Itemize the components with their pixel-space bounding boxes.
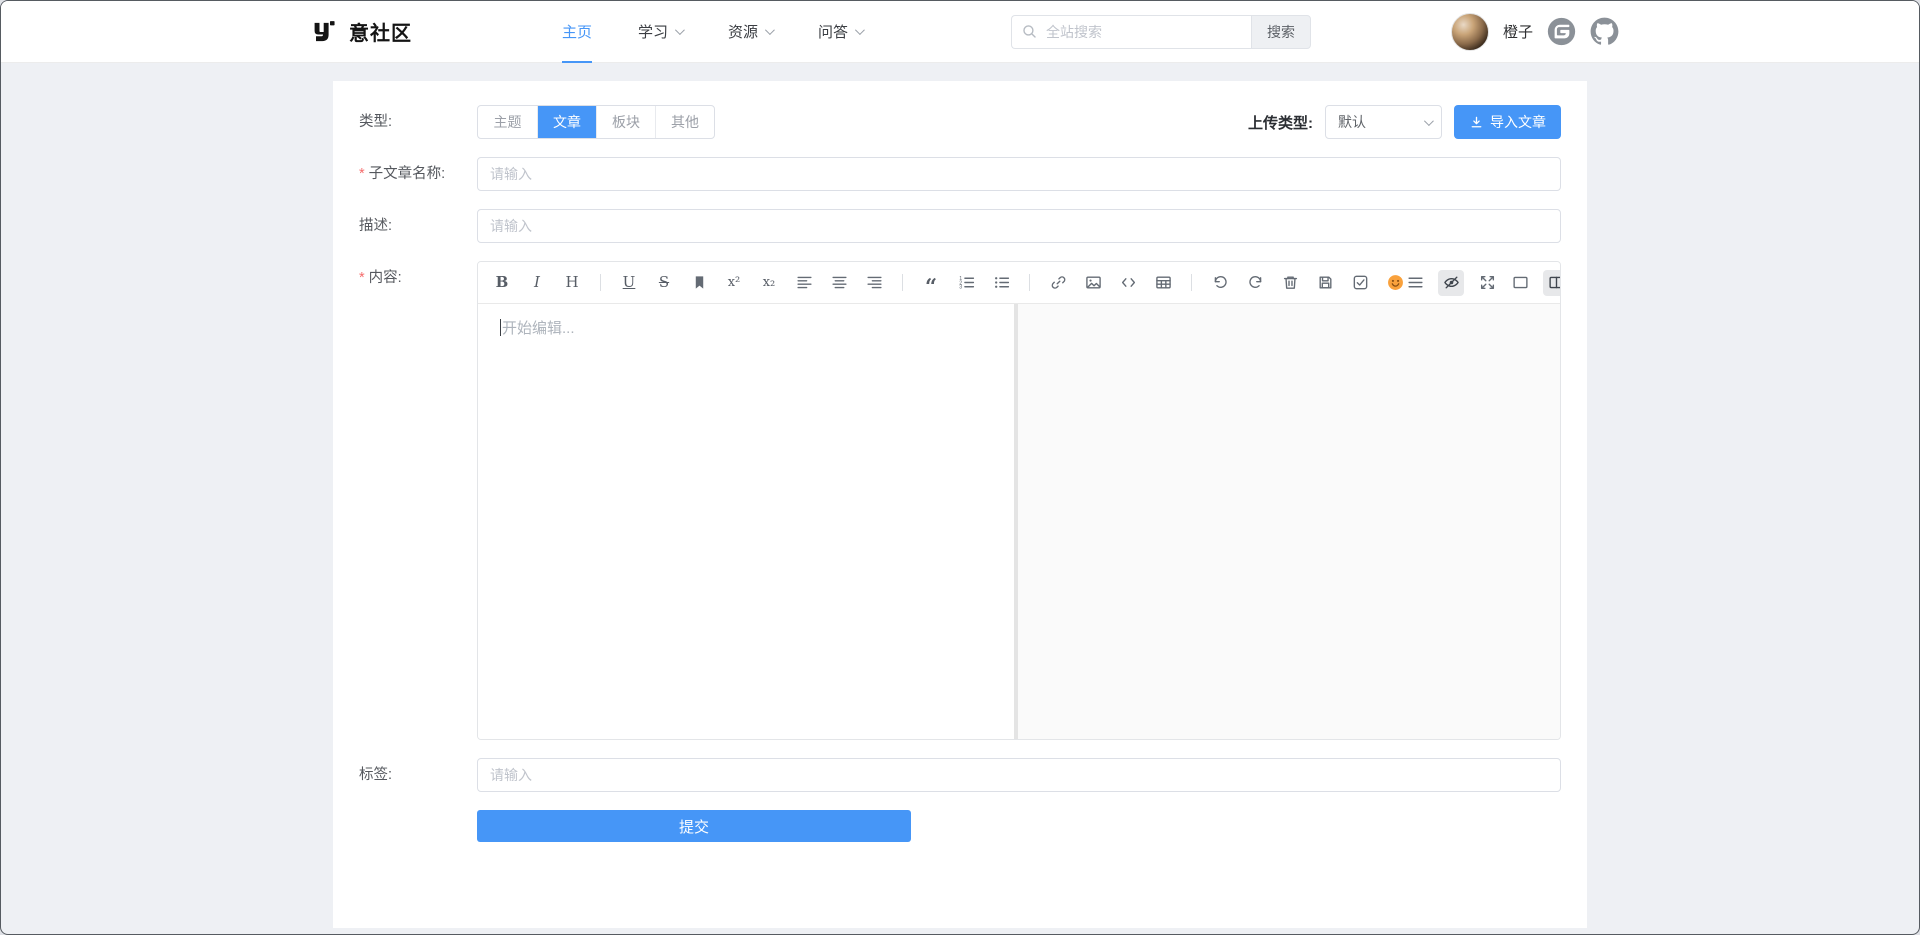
download-icon <box>1469 115 1484 130</box>
task-list-icon[interactable] <box>1350 273 1370 293</box>
page: 意社区 主页 学习 资源 问答 搜索 橙子 <box>0 0 1920 935</box>
nav-menu: 主页 学习 资源 问答 <box>562 1 862 63</box>
site-search: 搜索 <box>1011 15 1311 49</box>
type-option[interactable]: 其他 <box>655 106 714 138</box>
upload-type-label: 上传类型: <box>1248 112 1313 133</box>
editor-input-pane[interactable]: 开始编辑... <box>478 304 1018 739</box>
chevron-down-icon <box>765 25 775 35</box>
ordered-list-icon[interactable]: 123 <box>956 273 976 293</box>
toolbar-divider <box>600 274 601 291</box>
nav-item-label: 学习 <box>638 21 668 42</box>
toolbar-divider <box>902 274 903 291</box>
nav-item-label: 资源 <box>728 21 758 42</box>
type-option[interactable]: 文章 <box>537 106 596 138</box>
upload-type-selected-value: 默认 <box>1338 112 1366 132</box>
search-icon <box>1021 23 1038 40</box>
align-center-icon[interactable] <box>829 273 849 293</box>
description-row: 描述: <box>359 209 1561 243</box>
markdown-editor: BIH USx² x₂ “ 123 ? 开始编辑... <box>477 261 1561 740</box>
toolbar-divider <box>1191 274 1192 291</box>
nav-item-2[interactable]: 资源 <box>728 1 772 63</box>
import-article-label: 导入文章 <box>1490 112 1546 132</box>
nav-item-0[interactable]: 主页 <box>562 1 592 63</box>
split-view-icon[interactable] <box>1543 270 1561 296</box>
tags-row: 标签: <box>359 758 1561 792</box>
editor-body: 开始编辑... <box>478 304 1560 739</box>
submit-spacer <box>359 810 477 842</box>
upload-group: 上传类型: 默认 导入文章 <box>1248 105 1561 139</box>
underline-icon[interactable]: U <box>619 273 639 293</box>
bookmark-icon[interactable] <box>689 273 709 293</box>
link-icon[interactable] <box>1048 273 1068 293</box>
svg-text:3: 3 <box>959 285 962 291</box>
table-icon[interactable] <box>1153 273 1173 293</box>
strikethrough-icon[interactable]: S <box>654 273 674 293</box>
content-row: 内容: BIH USx² x₂ “ 123 ? 开始编辑... <box>359 261 1561 740</box>
description-input[interactable] <box>477 209 1561 243</box>
avatar[interactable] <box>1451 13 1489 51</box>
chevron-down-icon <box>1424 116 1434 126</box>
github-icon[interactable] <box>1590 17 1619 46</box>
upload-type-select[interactable]: 默认 <box>1325 105 1442 139</box>
search-button[interactable]: 搜索 <box>1251 15 1311 49</box>
align-right-icon[interactable] <box>864 273 884 293</box>
toolbar-right-group: ? <box>1405 270 1561 296</box>
bold-icon[interactable]: B <box>492 273 512 293</box>
text-caret <box>500 319 501 336</box>
form-card: 类型: 主题文章板块其他 上传类型: 默认 导入文章 子文章名称: <box>333 81 1587 928</box>
save-icon[interactable] <box>1315 273 1335 293</box>
search-input[interactable] <box>1011 15 1251 49</box>
editor-placeholder: 开始编辑... <box>502 320 575 337</box>
subscript-icon[interactable]: x₂ <box>759 273 779 293</box>
toolbar-left-group: BIH USx² x₂ “ 123 <box>492 273 1405 293</box>
preview-only-icon[interactable] <box>1510 273 1530 293</box>
align-left-icon[interactable] <box>794 273 814 293</box>
preview-toggle-icon[interactable] <box>1438 270 1464 296</box>
gitee-icon[interactable] <box>1547 17 1576 46</box>
fullscreen-icon[interactable] <box>1477 273 1497 293</box>
nav-item-1[interactable]: 学习 <box>638 1 682 63</box>
delete-icon[interactable] <box>1280 273 1300 293</box>
article-name-input[interactable] <box>477 157 1561 191</box>
tags-input[interactable] <box>477 758 1561 792</box>
content-label: 内容: <box>359 261 477 740</box>
user-area: 橙子 <box>1451 13 1619 51</box>
heading-icon[interactable]: H <box>562 273 582 293</box>
type-option[interactable]: 板块 <box>596 106 655 138</box>
type-row: 类型: 主题文章板块其他 上传类型: 默认 导入文章 <box>359 105 1561 139</box>
toolbar-divider <box>1029 274 1030 291</box>
unordered-list-icon[interactable] <box>991 273 1011 293</box>
brand[interactable]: 意社区 <box>309 17 412 46</box>
chevron-down-icon <box>855 25 865 35</box>
name-label: 子文章名称: <box>359 157 477 191</box>
redo-icon[interactable] <box>1245 273 1265 293</box>
emoji-icon[interactable] <box>1385 273 1405 293</box>
editor-toolbar: BIH USx² x₂ “ 123 ? <box>478 262 1560 304</box>
submit-row: 提交 <box>359 810 1561 842</box>
image-icon[interactable] <box>1083 273 1103 293</box>
user-name: 橙子 <box>1503 21 1533 42</box>
quote-icon[interactable]: “ <box>921 273 941 293</box>
nav-item-3[interactable]: 问答 <box>818 1 862 63</box>
import-article-button[interactable]: 导入文章 <box>1454 105 1561 139</box>
brand-name: 意社区 <box>349 17 412 46</box>
type-radio-group: 主题文章板块其他 <box>477 105 715 139</box>
brand-logo-icon <box>309 18 337 46</box>
type-option[interactable]: 主题 <box>478 106 537 138</box>
italic-icon[interactable]: I <box>527 273 547 293</box>
superscript-icon[interactable]: x² <box>724 273 744 293</box>
type-label: 类型: <box>359 105 477 139</box>
editor-preview-pane[interactable] <box>1018 304 1560 739</box>
nav-item-label: 主页 <box>562 21 592 42</box>
code-block-icon[interactable] <box>1118 273 1138 293</box>
toc-icon[interactable] <box>1405 273 1425 293</box>
chevron-down-icon <box>675 25 685 35</box>
submit-button[interactable]: 提交 <box>477 810 911 842</box>
tags-label: 标签: <box>359 758 477 792</box>
description-label: 描述: <box>359 209 477 243</box>
top-navbar: 意社区 主页 学习 资源 问答 搜索 橙子 <box>1 1 1919 63</box>
nav-item-label: 问答 <box>818 21 848 42</box>
undo-icon[interactable] <box>1210 273 1230 293</box>
name-row: 子文章名称: <box>359 157 1561 191</box>
